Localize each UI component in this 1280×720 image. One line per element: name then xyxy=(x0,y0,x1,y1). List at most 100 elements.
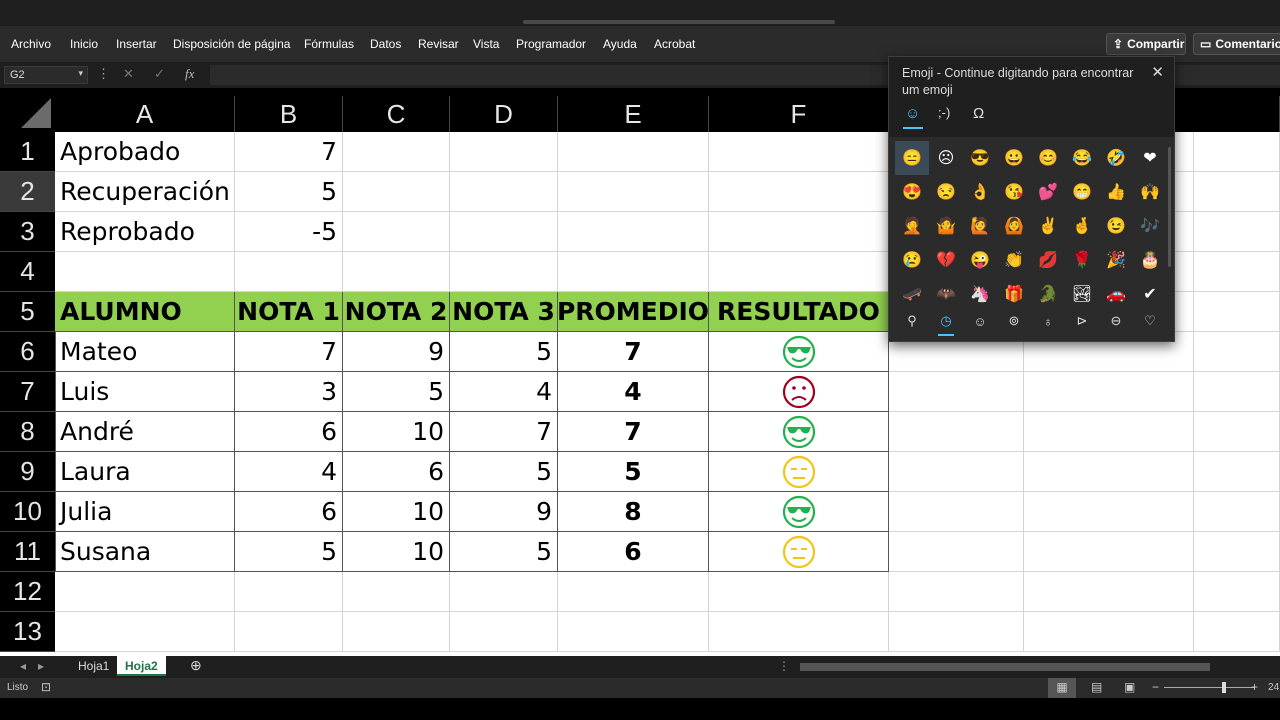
grade-1[interactable]: 6 xyxy=(235,412,343,452)
zoom-slider[interactable] xyxy=(1164,687,1254,688)
tab-emoji[interactable]: ☺ xyxy=(902,105,924,129)
tab-kaomoji[interactable]: ;-) xyxy=(938,105,950,120)
grade-1[interactable]: 7 xyxy=(235,332,343,372)
emoji-item[interactable]: 😀 xyxy=(997,141,1031,175)
grid-cell[interactable] xyxy=(889,452,1024,492)
grid-cell[interactable] xyxy=(1024,372,1194,412)
grid-cell[interactable] xyxy=(889,572,1024,612)
table-header[interactable]: NOTA 2 xyxy=(343,292,450,332)
scroll-right-icon[interactable]: ▸ xyxy=(30,656,52,676)
emoji-item[interactable]: 💋 xyxy=(1031,243,1065,277)
grid-cell[interactable] xyxy=(709,132,889,172)
result-cell[interactable] xyxy=(709,452,889,492)
menu-acrobat[interactable]: Acrobat xyxy=(654,26,695,62)
table-header[interactable]: ALUMNO xyxy=(55,292,235,332)
grade-3[interactable]: 5 xyxy=(450,452,558,492)
emoji-item[interactable]: 🙌 xyxy=(1133,175,1167,209)
normal-view-icon[interactable]: ▦ xyxy=(1048,678,1076,698)
emoji-item[interactable]: 🤷 xyxy=(929,209,963,243)
row-header-4[interactable]: 4 xyxy=(0,252,55,292)
close-icon[interactable]: ✕ xyxy=(1151,63,1164,81)
grid-cell[interactable] xyxy=(1024,572,1194,612)
grid-cell[interactable] xyxy=(343,212,450,252)
row-header-2[interactable]: 2 xyxy=(0,172,55,212)
emoji-item[interactable]: 🎶 xyxy=(1133,209,1167,243)
smiley-icon[interactable]: ☺ xyxy=(963,304,997,338)
menu-programador[interactable]: Programador xyxy=(516,26,586,62)
grid-cell[interactable] xyxy=(235,572,343,612)
student-name[interactable]: Julia xyxy=(55,492,235,532)
emoji-item[interactable]: 😘 xyxy=(997,175,1031,209)
emoji-item[interactable]: 💕 xyxy=(1031,175,1065,209)
col-header-c[interactable]: C xyxy=(343,96,450,132)
grid-cell[interactable] xyxy=(558,612,709,652)
grid-cell[interactable] xyxy=(235,612,343,652)
travel-icon[interactable]: ⊖ xyxy=(1099,304,1133,338)
result-cell[interactable] xyxy=(709,412,889,452)
row-header-7[interactable]: 7 xyxy=(0,372,55,412)
grid-cell[interactable] xyxy=(1194,332,1280,372)
menu-vista[interactable]: Vista xyxy=(473,26,499,62)
student-name[interactable]: Susana xyxy=(55,532,235,572)
grid-cell[interactable] xyxy=(558,572,709,612)
result-cell[interactable] xyxy=(709,532,889,572)
menu-disposicion[interactable]: Disposición de página xyxy=(173,26,290,62)
grade-3[interactable]: 9 xyxy=(450,492,558,532)
zoom-level[interactable]: 24 xyxy=(1268,682,1279,693)
emoji-item[interactable]: 🙋 xyxy=(963,209,997,243)
grade-3[interactable]: 5 xyxy=(450,532,558,572)
comments-button[interactable]: ▭Comentarios xyxy=(1193,33,1280,55)
row-header-3[interactable]: 3 xyxy=(0,212,55,252)
emoji-item[interactable]: 🎂 xyxy=(1133,243,1167,277)
emoji-item[interactable]: 🤣 xyxy=(1099,141,1133,175)
zoom-thumb[interactable] xyxy=(1222,682,1226,693)
menu-inicio[interactable]: Inicio xyxy=(70,26,98,62)
param-value[interactable]: 7 xyxy=(235,132,343,172)
param-value[interactable]: -5 xyxy=(235,212,343,252)
grade-1[interactable]: 6 xyxy=(235,492,343,532)
grid-cell[interactable] xyxy=(343,172,450,212)
grid-cell[interactable] xyxy=(1194,452,1280,492)
row-header-5[interactable]: 5 xyxy=(0,292,55,332)
page-layout-icon[interactable]: ▤ xyxy=(1091,680,1102,694)
grid-cell[interactable] xyxy=(1194,532,1280,572)
grid-cell[interactable] xyxy=(1194,372,1280,412)
grade-2[interactable]: 6 xyxy=(343,452,450,492)
grid-cell[interactable] xyxy=(558,252,709,292)
col-header-f[interactable]: F xyxy=(709,96,889,132)
col-header-b[interactable]: B xyxy=(235,96,343,132)
menu-datos[interactable]: Datos xyxy=(370,26,401,62)
grid-cell[interactable] xyxy=(343,252,450,292)
student-name[interactable]: Luis xyxy=(55,372,235,412)
search-icon[interactable]: ⚲ xyxy=(895,304,929,338)
row-header-8[interactable]: 8 xyxy=(0,412,55,452)
param-label[interactable]: Recuperación xyxy=(55,172,235,212)
menu-insertar[interactable]: Insertar xyxy=(116,26,157,62)
grade-2[interactable]: 10 xyxy=(343,412,450,452)
grid-cell[interactable] xyxy=(1194,292,1280,332)
row-header-10[interactable]: 10 xyxy=(0,492,55,532)
cancel-icon[interactable]: ✕ xyxy=(123,66,134,82)
grid-cell[interactable] xyxy=(1194,172,1280,212)
emoji-item[interactable]: ☹ xyxy=(929,141,963,175)
share-button[interactable]: ⇪ Compartir xyxy=(1106,33,1186,55)
grid-cell[interactable] xyxy=(450,132,558,172)
people-icon[interactable]: ⊚ xyxy=(997,304,1031,338)
table-header[interactable]: RESULTADO xyxy=(709,292,889,332)
grade-2[interactable]: 5 xyxy=(343,372,450,412)
grade-1[interactable]: 4 xyxy=(235,452,343,492)
grid-cell[interactable] xyxy=(889,532,1024,572)
grid-cell[interactable] xyxy=(1194,212,1280,252)
emoji-item[interactable]: 😎 xyxy=(963,141,997,175)
emoji-item[interactable]: ✌ xyxy=(1031,209,1065,243)
emoji-item[interactable]: ❤ xyxy=(1133,141,1167,175)
grade-3[interactable]: 5 xyxy=(450,332,558,372)
grid-cell[interactable] xyxy=(558,172,709,212)
average[interactable]: 8 xyxy=(558,492,709,532)
grid-cell[interactable] xyxy=(1194,252,1280,292)
grade-3[interactable]: 4 xyxy=(450,372,558,412)
grid-cell[interactable] xyxy=(1024,492,1194,532)
celebration-icon[interactable]: ♁ xyxy=(1031,304,1065,338)
emoji-item[interactable]: 😉 xyxy=(1099,209,1133,243)
grid-cell[interactable] xyxy=(709,252,889,292)
